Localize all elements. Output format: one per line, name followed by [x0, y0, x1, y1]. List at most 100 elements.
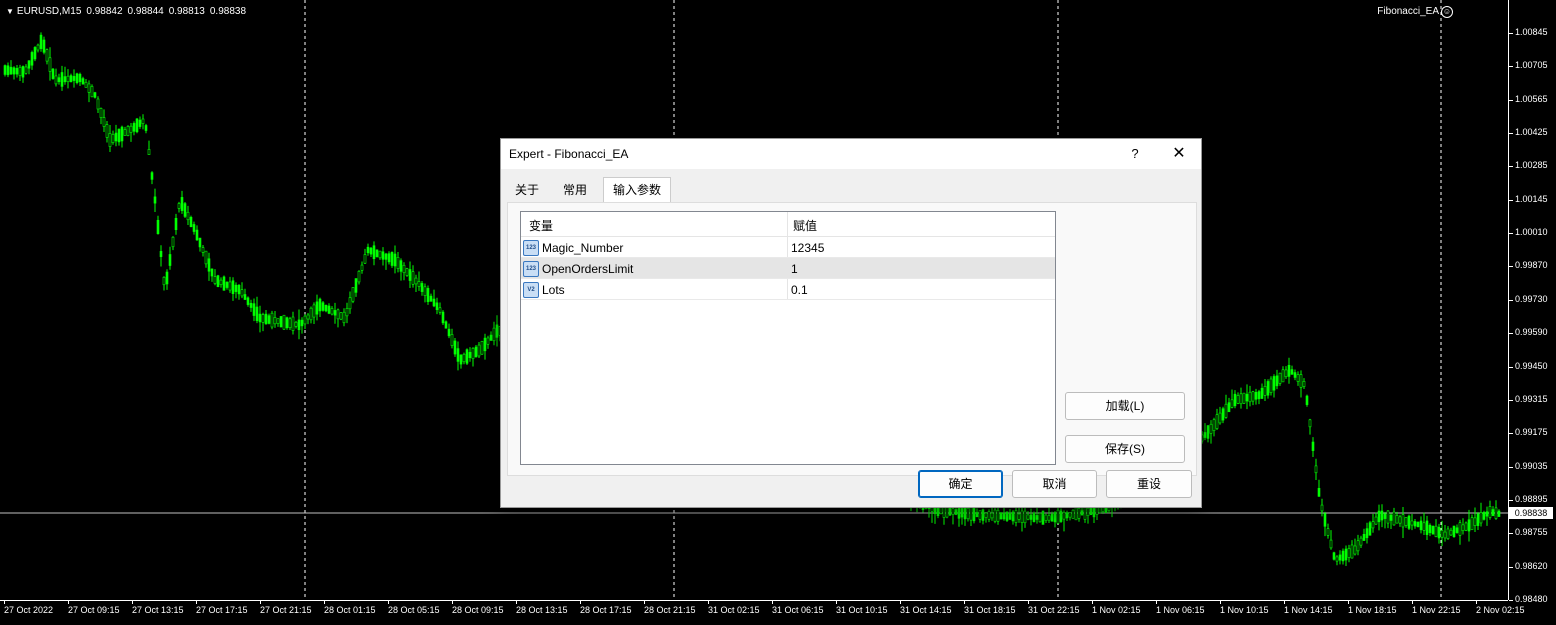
- time-tick-label: 1 Nov 14:15: [1284, 600, 1333, 615]
- candle-body: [1479, 512, 1483, 524]
- price-tick-label: 1.00565: [1509, 93, 1548, 104]
- candle-body: [957, 506, 961, 519]
- candle-body: [1299, 374, 1303, 388]
- time-tick-label: 28 Oct 01:15: [324, 600, 376, 615]
- candle-body: [327, 305, 331, 314]
- reset-button[interactable]: 重设: [1106, 470, 1192, 498]
- candle-body: [1476, 513, 1480, 526]
- candle-body: [276, 318, 280, 324]
- candle-body: [1350, 544, 1354, 559]
- candle-body: [1233, 393, 1237, 407]
- candle-body: [1065, 512, 1069, 519]
- candle-body: [1392, 511, 1396, 526]
- candle-body: [1287, 364, 1291, 377]
- expert-label[interactable]: Fibonacci_EA ☺: [1377, 6, 1453, 18]
- candle-body: [1431, 525, 1435, 535]
- candle-body: [1275, 375, 1279, 387]
- candle-body: [480, 341, 484, 355]
- candle-body: [471, 347, 475, 360]
- cancel-button[interactable]: 取消: [1012, 470, 1097, 498]
- help-button[interactable]: ?: [1121, 143, 1149, 165]
- save-button[interactable]: 保存(S): [1065, 435, 1185, 463]
- candle-body: [1272, 376, 1276, 391]
- column-header-value[interactable]: 赋值: [793, 217, 817, 234]
- candle-body: [444, 321, 448, 329]
- candle-body: [1266, 381, 1270, 396]
- candle-body: [1434, 525, 1438, 537]
- price-tick-label: 0.99315: [1509, 393, 1548, 404]
- candle-body: [477, 344, 481, 357]
- time-tick-label: 28 Oct 05:15: [388, 600, 440, 615]
- candle-body: [1284, 369, 1288, 378]
- candle-body: [1491, 509, 1495, 516]
- tab-about[interactable]: 关于: [507, 179, 547, 201]
- candle-body: [1203, 432, 1207, 438]
- time-tick-label: 27 Oct 13:15: [132, 600, 184, 615]
- param-value[interactable]: 1: [791, 262, 798, 276]
- candle-body: [126, 126, 130, 136]
- candle-body: [90, 86, 94, 98]
- candle-body: [231, 280, 235, 294]
- candle-body: [225, 281, 229, 288]
- candle-body: [969, 507, 973, 521]
- candle-body: [297, 319, 301, 331]
- column-header-variable[interactable]: 变量: [529, 217, 553, 234]
- candle-body: [366, 246, 370, 254]
- candle-body: [294, 321, 298, 327]
- ok-button[interactable]: 确定: [918, 470, 1003, 498]
- dropdown-triangle-icon[interactable]: ▼: [6, 7, 14, 16]
- param-value[interactable]: 12345: [791, 241, 824, 255]
- candle-body: [63, 76, 67, 83]
- candle-body: [258, 313, 262, 323]
- tab-inputs[interactable]: 输入参数: [603, 177, 671, 204]
- time-tick-label: 1 Nov 18:15: [1348, 600, 1397, 615]
- time-tick-label: 1 Nov 22:15: [1412, 600, 1461, 615]
- param-name: Magic_Number: [542, 241, 624, 255]
- dialog-titlebar[interactable]: Expert - Fibonacci_EA ? ✕: [501, 139, 1201, 169]
- candle-body: [1029, 514, 1033, 520]
- load-button[interactable]: 加载(L): [1065, 392, 1185, 420]
- table-row[interactable]: V2 Lots 0.1: [521, 279, 1055, 300]
- price-tick-label: 1.00010: [1509, 227, 1548, 238]
- time-tick-label: 28 Oct 09:15: [452, 600, 504, 615]
- candle-body: [6, 65, 10, 76]
- candle-body: [495, 324, 499, 338]
- time-axis[interactable]: 27 Oct 2022 27 Oct 09:15 27 Oct 13:15 27 Oc…: [0, 600, 1525, 625]
- candle-body: [117, 128, 121, 143]
- candle-body: [1365, 528, 1369, 539]
- candle-body: [120, 126, 124, 142]
- candle-body: [438, 307, 442, 313]
- candle-body: [1257, 391, 1261, 400]
- candle-body: [168, 254, 172, 266]
- candle-body: [279, 316, 283, 328]
- candle-body: [81, 78, 85, 85]
- close-icon[interactable]: ✕: [1165, 143, 1193, 165]
- candle-body: [1215, 414, 1219, 429]
- parameters-table: 变量 赋值 123 Magic_Number 12345 123 OpenOrd…: [520, 211, 1056, 465]
- param-value[interactable]: 0.1: [791, 283, 808, 297]
- candle-body: [966, 507, 970, 520]
- time-tick-label: 2 Nov 02:15: [1476, 600, 1525, 615]
- param-name: OpenOrdersLimit: [542, 262, 634, 276]
- time-tick-label: 31 Oct 22:15: [1028, 600, 1080, 615]
- candle-body: [1308, 419, 1312, 428]
- table-row[interactable]: 123 OpenOrdersLimit 1: [521, 258, 1055, 279]
- time-tick-label: 31 Oct 02:15: [708, 600, 760, 615]
- candle-body: [450, 334, 454, 346]
- candle-body: [1473, 517, 1477, 526]
- candle-body: [24, 66, 28, 74]
- candle-body: [393, 253, 397, 267]
- candle-body: [1368, 522, 1372, 536]
- candle-body: [1056, 509, 1060, 524]
- table-row[interactable]: 123 Magic_Number 12345: [521, 237, 1055, 258]
- time-tick-label: 28 Oct 13:15: [516, 600, 568, 615]
- candle-body: [153, 196, 157, 204]
- candle-body: [1242, 392, 1246, 404]
- candle-body: [264, 313, 268, 325]
- tab-common[interactable]: 常用: [553, 179, 597, 201]
- price-tick-label: 0.99870: [1509, 260, 1548, 271]
- candle-body: [1239, 393, 1243, 405]
- candle-body: [972, 507, 976, 522]
- candle-body: [1488, 506, 1492, 518]
- time-tick-label: 31 Oct 18:15: [964, 600, 1016, 615]
